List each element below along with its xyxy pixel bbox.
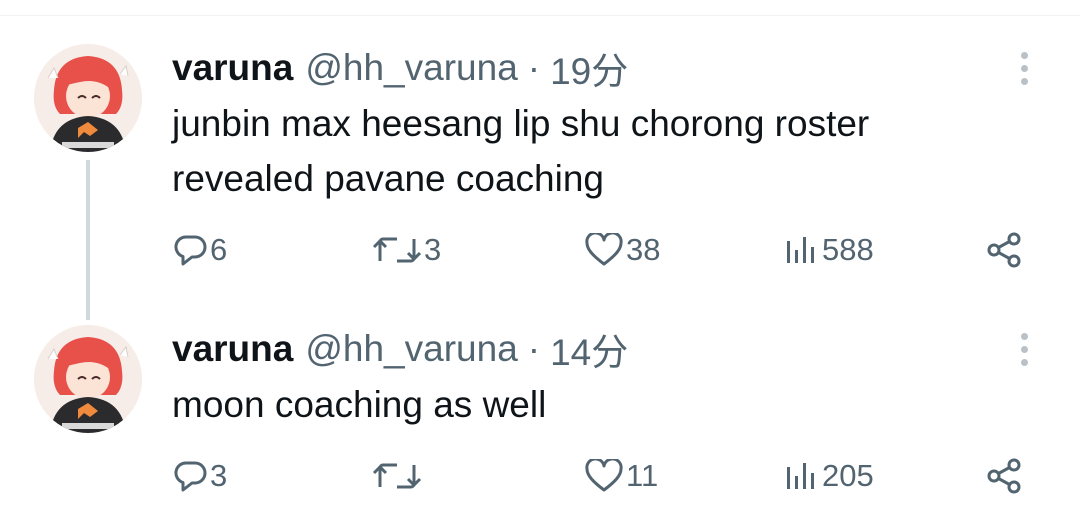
- action-bar: 3 11 205: [0, 451, 1080, 501]
- retweet-icon: [372, 237, 422, 263]
- views-icon: [787, 237, 814, 263]
- timestamp[interactable]: 19分: [550, 41, 628, 95]
- action-bar: 6 3 38 588: [0, 225, 1080, 275]
- share-icon: [987, 232, 1021, 268]
- retweet-icon: [372, 463, 422, 489]
- user-handle[interactable]: @hh_varuna: [305, 47, 517, 89]
- retweet-count: 3: [424, 232, 442, 267]
- tweet-text-line: moon coaching as well: [172, 384, 547, 425]
- display-name[interactable]: varuna: [172, 328, 293, 370]
- heart-icon: [585, 459, 623, 492]
- share-button[interactable]: [984, 225, 1024, 275]
- separator-dot: ·: [527, 47, 541, 88]
- timestamp[interactable]: 14分: [550, 322, 628, 376]
- display-name[interactable]: varuna: [172, 47, 293, 89]
- like-count: 38: [626, 232, 661, 267]
- share-icon: [987, 458, 1021, 494]
- heart-icon: [585, 233, 623, 266]
- more-vertical-icon[interactable]: [1010, 52, 1038, 92]
- avatar[interactable]: [34, 44, 142, 152]
- views-icon: [787, 463, 814, 489]
- view-count: 205: [822, 458, 874, 493]
- retweet-button[interactable]: 3: [372, 225, 441, 275]
- reply-count: 3: [210, 458, 228, 493]
- retweet-button[interactable]: [372, 451, 424, 501]
- views-button[interactable]: 205: [784, 451, 874, 501]
- tweet-text: junbin max heesang lip shu chorong roste…: [172, 96, 1032, 206]
- reply-button[interactable]: 6: [174, 225, 227, 275]
- top-divider: [0, 15, 1080, 16]
- like-button[interactable]: 11: [584, 451, 658, 501]
- reply-icon: [174, 461, 207, 492]
- reply-icon: [174, 235, 207, 266]
- tweet-text: moon coaching as well: [172, 377, 1032, 432]
- more-vertical-icon[interactable]: [1010, 333, 1038, 373]
- share-button[interactable]: [984, 451, 1024, 501]
- reply-button[interactable]: 3: [174, 451, 227, 501]
- tweet-header: varuna @hh_varuna · 19分: [172, 44, 628, 92]
- separator-dot: ·: [527, 328, 541, 369]
- avatar[interactable]: [34, 325, 142, 433]
- tweet-text-line: revealed pavane coaching: [172, 158, 604, 199]
- like-button[interactable]: 38: [584, 225, 660, 275]
- like-count: 11: [626, 458, 659, 493]
- view-count: 588: [822, 232, 874, 267]
- user-handle[interactable]: @hh_varuna: [305, 328, 517, 370]
- reply-count: 6: [210, 232, 228, 267]
- tweet-text-line: junbin max heesang lip shu chorong roste…: [172, 103, 870, 144]
- views-button[interactable]: 588: [784, 225, 874, 275]
- tweet-header: varuna @hh_varuna · 14分: [172, 325, 628, 373]
